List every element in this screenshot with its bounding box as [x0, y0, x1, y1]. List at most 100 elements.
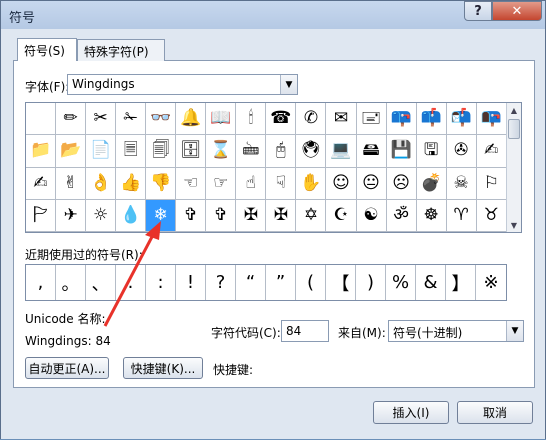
- scroll-up-icon[interactable]: ▲: [507, 103, 521, 117]
- symbol-cell[interactable]: 🏱: [26, 199, 57, 232]
- symbol-cell[interactable]: ☹: [386, 167, 417, 200]
- symbol-cell[interactable]: 🖲: [296, 135, 327, 168]
- symbol-cell[interactable]: ॐ: [386, 199, 417, 232]
- symbol-cell[interactable]: 🗐: [146, 135, 177, 168]
- recent-symbol-cell[interactable]: &: [416, 265, 446, 300]
- symbol-cell[interactable]: 🖃: [356, 103, 387, 136]
- symbol-cell[interactable]: 📄: [86, 135, 117, 168]
- symbol-cell[interactable]: 🗄: [176, 135, 207, 168]
- symbol-cell[interactable]: ✁: [116, 103, 147, 136]
- autocorrect-button[interactable]: 自动更正(A)...: [25, 357, 109, 379]
- symbol-cell[interactable]: ✇: [446, 135, 477, 168]
- symbol-cell[interactable]: ✍: [26, 167, 57, 200]
- symbol-cell[interactable]: ☸: [416, 199, 447, 232]
- symbol-cell[interactable]: ☞: [206, 167, 237, 200]
- recent-symbol-cell[interactable]: ,: [26, 265, 56, 300]
- recent-symbol-cell[interactable]: 、: [86, 265, 116, 300]
- symbol-cell[interactable]: 📬: [446, 103, 477, 136]
- symbol-cell[interactable]: 👍: [116, 167, 147, 200]
- symbol-cell[interactable]: ☟: [266, 167, 297, 200]
- shortcut-key-button[interactable]: 快捷键(K)...: [123, 357, 203, 379]
- symbol-cell[interactable]: 📪: [386, 103, 417, 136]
- symbol-cell[interactable]: ✠: [266, 199, 297, 232]
- symbol-cell[interactable]: ☺: [326, 167, 357, 200]
- symbol-cell[interactable]: ✆: [296, 103, 327, 136]
- symbol-cell[interactable]: 🕯: [236, 103, 267, 136]
- symbol-cell[interactable]: ☜: [176, 167, 207, 200]
- close-button[interactable]: ✕: [492, 1, 542, 21]
- recent-symbol-cell[interactable]: ?: [206, 265, 236, 300]
- recent-symbol-cell[interactable]: 。: [56, 265, 86, 300]
- symbol-cell[interactable]: 📖: [206, 103, 237, 136]
- symbol-cell[interactable]: ⌛: [206, 135, 237, 168]
- symbol-cell[interactable]: ✍: [476, 135, 507, 168]
- symbol-grid: ✏ ✂ ✁ 👓 🔔 📖 🕯 ☎ ✆ ✉ 🖃 📪 📫 📬 📭 📁 📂 📄 🗏 🗐 🗄 ⌛ 🖮 🖰 🖲 💻 🖴 💾 🖫 ✇ ✍ ✍ ✌ 👌 👍 👎 ☜ ☞ ☝ ☟…: [25, 102, 522, 233]
- recent-symbol-cell[interactable]: ”: [266, 265, 296, 300]
- symbol-cell[interactable]: [26, 103, 57, 136]
- symbol-cell[interactable]: ☯: [356, 199, 387, 232]
- symbol-cell[interactable]: ✠: [236, 199, 267, 232]
- symbol-cell[interactable]: 💻: [326, 135, 357, 168]
- symbol-cell[interactable]: 🖫: [416, 135, 447, 168]
- grid-scrollbar[interactable]: ▲ ▼: [506, 103, 521, 232]
- symbol-cell[interactable]: 😐: [356, 167, 387, 200]
- symbol-cell[interactable]: 🔔: [176, 103, 207, 136]
- symbol-cell[interactable]: ✂: [86, 103, 117, 136]
- symbol-cell[interactable]: ✋: [296, 167, 327, 200]
- recent-symbol-cell[interactable]: !: [176, 265, 206, 300]
- symbol-cell[interactable]: 👌: [86, 167, 117, 200]
- shortcut-label: 快捷键:: [213, 363, 254, 377]
- symbol-cell[interactable]: 🗏: [116, 135, 147, 168]
- symbol-cell[interactable]: ✞: [176, 199, 207, 232]
- recent-symbol-cell[interactable]: 】: [446, 265, 476, 300]
- recent-symbol-cell[interactable]: 【: [326, 265, 356, 300]
- symbol-cell[interactable]: 📂: [56, 135, 87, 168]
- symbol-cell[interactable]: ♉: [476, 199, 507, 232]
- symbol-cell[interactable]: ☝: [236, 167, 267, 200]
- recent-symbol-cell[interactable]: %: [386, 265, 416, 300]
- help-button[interactable]: ?: [464, 1, 492, 21]
- symbol-cell[interactable]: 🖰: [266, 135, 297, 168]
- symbol-cell[interactable]: ✉: [326, 103, 357, 136]
- symbol-cell[interactable]: ⚐: [476, 167, 507, 200]
- symbol-cell[interactable]: ✈: [56, 199, 87, 232]
- symbol-cell[interactable]: ✌: [56, 167, 87, 200]
- symbol-cell[interactable]: 📫: [416, 103, 447, 136]
- symbol-cell[interactable]: 💧: [116, 199, 147, 232]
- cancel-button[interactable]: 取消: [457, 401, 533, 424]
- font-select[interactable]: Wingdings ▼: [67, 74, 298, 95]
- recent-symbol-cell[interactable]: ※: [476, 265, 506, 300]
- symbol-cell[interactable]: ♈: [446, 199, 477, 232]
- symbol-cell[interactable]: ☪: [326, 199, 357, 232]
- symbol-cell[interactable]: 📭: [476, 103, 507, 136]
- symbol-cell[interactable]: 📁: [26, 135, 57, 168]
- tab-special-characters[interactable]: 特殊字符(P): [77, 39, 165, 61]
- symbol-cell[interactable]: ✏: [56, 103, 87, 136]
- scroll-down-icon[interactable]: ▼: [507, 218, 521, 232]
- recent-symbol-cell[interactable]: .: [116, 265, 146, 300]
- symbol-cell[interactable]: 💾: [386, 135, 417, 168]
- chevron-down-icon[interactable]: ▼: [506, 321, 523, 341]
- tab-symbols[interactable]: 符号(S): [17, 38, 77, 61]
- symbol-cell[interactable]: 💣: [416, 167, 447, 200]
- recent-symbol-cell[interactable]: “: [236, 265, 266, 300]
- symbol-cell[interactable]: 🖴: [356, 135, 387, 168]
- symbol-cell[interactable]: ☠: [446, 167, 477, 200]
- symbol-cell[interactable]: ✡: [296, 199, 327, 232]
- symbol-cell[interactable]: ✞: [206, 199, 237, 232]
- symbol-cell[interactable]: 👓: [146, 103, 177, 136]
- symbol-cell[interactable]: 🖮: [236, 135, 267, 168]
- from-select[interactable]: 符号(十进制) ▼: [388, 320, 524, 342]
- scroll-thumb[interactable]: [508, 119, 520, 139]
- symbol-cell[interactable]: ☼: [86, 199, 117, 232]
- recent-symbol-cell[interactable]: ): [356, 265, 386, 300]
- recent-symbol-cell[interactable]: (: [296, 265, 326, 300]
- insert-button[interactable]: 插入(I): [373, 401, 449, 424]
- chevron-down-icon[interactable]: ▼: [280, 75, 297, 94]
- character-code-input[interactable]: 84: [281, 320, 329, 342]
- symbol-cell[interactable]: 👎: [146, 167, 177, 200]
- recent-symbol-cell[interactable]: :: [146, 265, 176, 300]
- symbol-cell[interactable]: ☎: [266, 103, 297, 136]
- symbol-cell-selected[interactable]: ❄: [146, 199, 177, 232]
- from-label: 来自(M):: [338, 326, 386, 340]
